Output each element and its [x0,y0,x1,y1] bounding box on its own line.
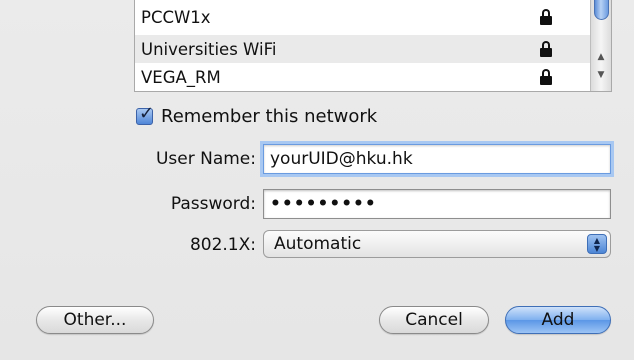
scroll-down-arrow-icon[interactable]: ▼ [596,70,606,80]
username-field[interactable]: yourUID@hku.hk [263,144,611,174]
lock-icon [539,41,553,57]
remember-network-label: Remember this network [161,106,378,127]
scrollbar-thumb[interactable] [594,0,609,20]
password-value: ••••••••• [270,194,377,214]
username-label: User Name: [155,149,256,169]
add-button[interactable]: Add [505,306,611,334]
network-name: Universities WiFi [141,39,277,59]
password-field[interactable]: ••••••••• [263,189,611,219]
network-join-panel: PCCW1x Universities WiFi VEGA_RM ▲ ▼ ✓ R… [0,0,634,360]
lock-icon [539,69,553,85]
network-list-item[interactable]: VEGA_RM [135,63,591,91]
password-label: Password: [170,194,256,214]
network-list: PCCW1x Universities WiFi VEGA_RM ▲ ▼ [134,0,612,92]
other-button[interactable]: Other... [36,306,154,334]
checkmark-icon: ✓ [139,103,155,124]
network-name: PCCW1x [141,7,211,27]
lock-icon [539,9,553,25]
network-name: VEGA_RM [141,67,221,87]
security-select[interactable]: Automatic ▲ ▼ [263,230,611,258]
remember-network-checkbox[interactable]: ✓ [136,103,154,125]
security-label: 802.1X: [189,235,256,255]
security-value: Automatic [274,234,362,254]
remember-network-option[interactable]: ✓ Remember this network [136,103,378,127]
username-value: yourUID@hku.hk [270,149,413,169]
scroll-up-arrow-icon[interactable]: ▲ [596,52,606,62]
cancel-button[interactable]: Cancel [379,306,489,334]
select-stepper-icon: ▲ ▼ [587,234,607,254]
network-list-scrollbar[interactable]: ▲ ▼ [590,0,611,91]
network-list-item[interactable]: Universities WiFi [135,35,591,63]
network-list-item[interactable]: PCCW1x [135,3,591,31]
